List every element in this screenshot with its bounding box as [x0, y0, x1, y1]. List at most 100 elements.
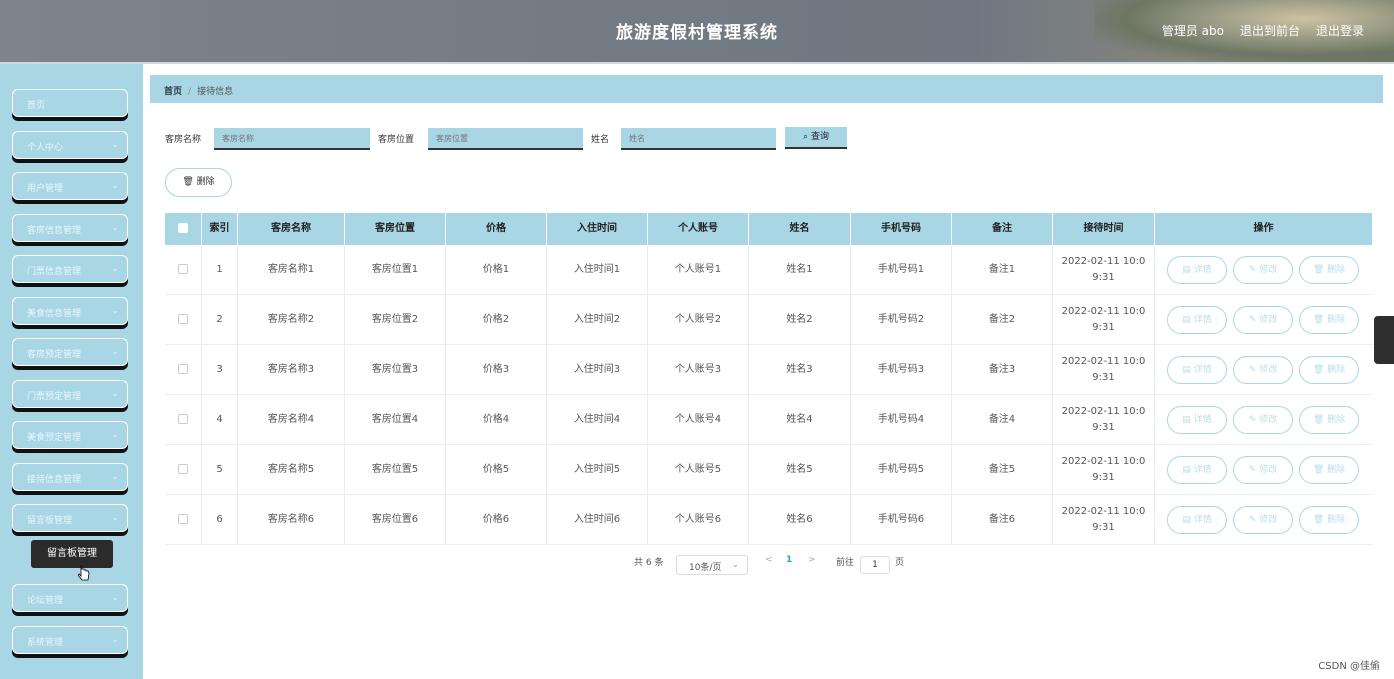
sidebar-item-label: 门票预定管理 [27, 392, 82, 402]
sidebar-item-label: 留言板管理 [27, 516, 73, 526]
goto-page-input[interactable]: 1 [860, 556, 890, 574]
table-cell: 价格4 [446, 395, 547, 445]
reception-time-cell: 2022-02-11 10:0 9:31 [1053, 445, 1155, 495]
edit-button[interactable]: ✎ 修改 [1233, 256, 1293, 284]
document-icon: ▤ [1182, 265, 1191, 275]
room-location-label: 客房位置 [378, 135, 415, 145]
row-checkbox[interactable] [178, 314, 188, 324]
column-header: 价格 [446, 213, 547, 245]
table-row: 1 客房名称1 客房位置1 价格1 入住时间1 个人账号1 姓名1 手机号码1 备注1 2022-… [165, 245, 1373, 295]
edit-button-label: 修改 [1259, 465, 1278, 475]
table-cell: 价格2 [446, 295, 547, 345]
sidebar-item-4[interactable]: 门票信息管理 ⌄ [12, 255, 128, 283]
row-checkbox[interactable] [178, 364, 188, 374]
sidebar-item-9[interactable]: 接待信息管理 ⌄ [12, 463, 128, 491]
delete-button[interactable]: 🗑 删除 [1299, 256, 1359, 284]
table-cell: 2 [202, 295, 238, 345]
table-cell: 手机号码1 [851, 245, 952, 295]
edit-button[interactable]: ✎ 修改 [1233, 506, 1293, 534]
row-checkbox[interactable] [178, 464, 188, 474]
detail-button-label: 详情 [1193, 315, 1212, 325]
breadcrumb-home[interactable]: 首页 [164, 87, 182, 97]
next-page-button[interactable]: > [808, 555, 816, 565]
sidebar-item-12[interactable]: 系统管理 ⌄ [12, 626, 128, 654]
column-header: 客房位置 [345, 213, 446, 245]
breadcrumb: 首页 / 接待信息 [150, 75, 1383, 103]
table-cell: 客房名称6 [238, 495, 345, 545]
pagination-total: 共 6 条 [634, 558, 664, 568]
edit-button[interactable]: ✎ 修改 [1233, 406, 1293, 434]
select-all-checkbox[interactable] [178, 223, 188, 233]
column-header: 入住时间 [547, 213, 648, 245]
detail-button-label: 详情 [1193, 265, 1212, 275]
document-icon: ▤ [1182, 365, 1191, 375]
edit-button[interactable]: ✎ 修改 [1233, 456, 1293, 484]
reception-time-cell: 2022-02-11 10:0 9:31 [1053, 295, 1155, 345]
delete-button[interactable]: 🗑 删除 [1299, 406, 1359, 434]
reception-time-line: 9:31 [1092, 522, 1115, 533]
table-cell: 手机号码2 [851, 295, 952, 345]
delete-button[interactable]: 🗑 删除 [1299, 306, 1359, 334]
detail-button[interactable]: ▤ 详情 [1167, 306, 1227, 334]
sidebar-item-7[interactable]: 门票预定管理 ⌄ [12, 380, 128, 408]
sidebar-item-1[interactable]: 个人中心 ⌄ [12, 131, 128, 159]
room-name-input[interactable] [214, 128, 370, 150]
pencil-icon: ✎ [1248, 265, 1257, 275]
sidebar-item-2[interactable]: 用户管理 ⌄ [12, 172, 128, 200]
detail-button[interactable]: ▤ 详情 [1167, 456, 1227, 484]
batch-delete-button[interactable]: 🗑 删除 [165, 168, 232, 197]
table-header: 索引 客房名称 客房位置 价格 入住时间 个人账号 姓名 手机号码 备注 接待时间 操作 [165, 213, 1373, 245]
sidebar-item-6[interactable]: 客房预定管理 ⌄ [12, 338, 128, 366]
detail-button[interactable]: ▤ 详情 [1167, 506, 1227, 534]
row-checkbox[interactable] [178, 264, 188, 274]
sidebar-item-0[interactable]: 首页 [12, 89, 128, 117]
query-button[interactable]: ⌕ 查询 [785, 127, 847, 149]
table-cell: 客房位置6 [345, 495, 446, 545]
sidebar-item-3[interactable]: 客房信息管理 ⌄ [12, 214, 128, 242]
guest-name-label: 姓名 [591, 135, 610, 145]
trash-icon: 🗑 [1312, 365, 1325, 375]
side-panel-handle[interactable] [1374, 316, 1394, 364]
detail-button[interactable]: ▤ 详情 [1167, 406, 1227, 434]
delete-button[interactable]: 🗑 删除 [1299, 456, 1359, 484]
operations-cell: ▤ 详情 ✎ 修改 🗑 删除 [1155, 245, 1373, 295]
prev-page-button[interactable]: < [765, 555, 773, 565]
edit-button[interactable]: ✎ 修改 [1233, 306, 1293, 334]
select-all-header[interactable] [165, 213, 202, 245]
table-cell: 客房名称4 [238, 395, 345, 445]
delete-button-label: 删除 [1327, 365, 1346, 375]
logout-link[interactable]: 退出登录 [1316, 22, 1364, 39]
sidebar-item-8[interactable]: 美食预定管理 ⌄ [12, 421, 128, 449]
delete-button-label: 删除 [1327, 265, 1346, 275]
sidebar-item-11[interactable]: 论坛管理 ⌄ [12, 584, 128, 612]
detail-button[interactable]: ▤ 详情 [1167, 356, 1227, 384]
sidebar-item-5[interactable]: 美食信息管理 ⌄ [12, 297, 128, 325]
delete-button[interactable]: 🗑 删除 [1299, 506, 1359, 534]
sidebar-item-label: 论坛管理 [27, 596, 64, 606]
room-location-input[interactable] [428, 128, 583, 150]
detail-button[interactable]: ▤ 详情 [1167, 256, 1227, 284]
row-checkbox[interactable] [178, 414, 188, 424]
table-cell: 客房位置1 [345, 245, 446, 295]
query-button-label: 查询 [810, 132, 829, 142]
column-header: 客房名称 [238, 213, 345, 245]
row-checkbox[interactable] [178, 514, 188, 524]
table-row: 3 客房名称3 客房位置3 价格3 入住时间3 个人账号3 姓名3 手机号码3 备注3 2022-… [165, 345, 1373, 395]
menu-tooltip: 留言板管理 [31, 540, 113, 568]
page-size-select[interactable]: 10条/页 ⌄ [676, 555, 748, 575]
delete-button[interactable]: 🗑 删除 [1299, 356, 1359, 384]
page-number-current[interactable]: 1 [786, 555, 792, 565]
table-cell: 价格5 [446, 445, 547, 495]
column-header: 姓名 [749, 213, 851, 245]
table-cell: 手机号码3 [851, 345, 952, 395]
column-header: 个人账号 [648, 213, 749, 245]
trash-icon: 🗑 [1312, 265, 1325, 275]
guest-name-input[interactable] [621, 128, 776, 150]
table-cell: 入住时间5 [547, 445, 648, 495]
sidebar-item-10[interactable]: 留言板管理 ⌄ [12, 504, 128, 532]
table-cell: 备注5 [952, 445, 1053, 495]
to-front-link[interactable]: 退出到前台 [1240, 22, 1300, 39]
edit-button[interactable]: ✎ 修改 [1233, 356, 1293, 384]
pencil-icon: ✎ [1248, 465, 1257, 475]
room-name-label: 客房名称 [165, 135, 202, 145]
